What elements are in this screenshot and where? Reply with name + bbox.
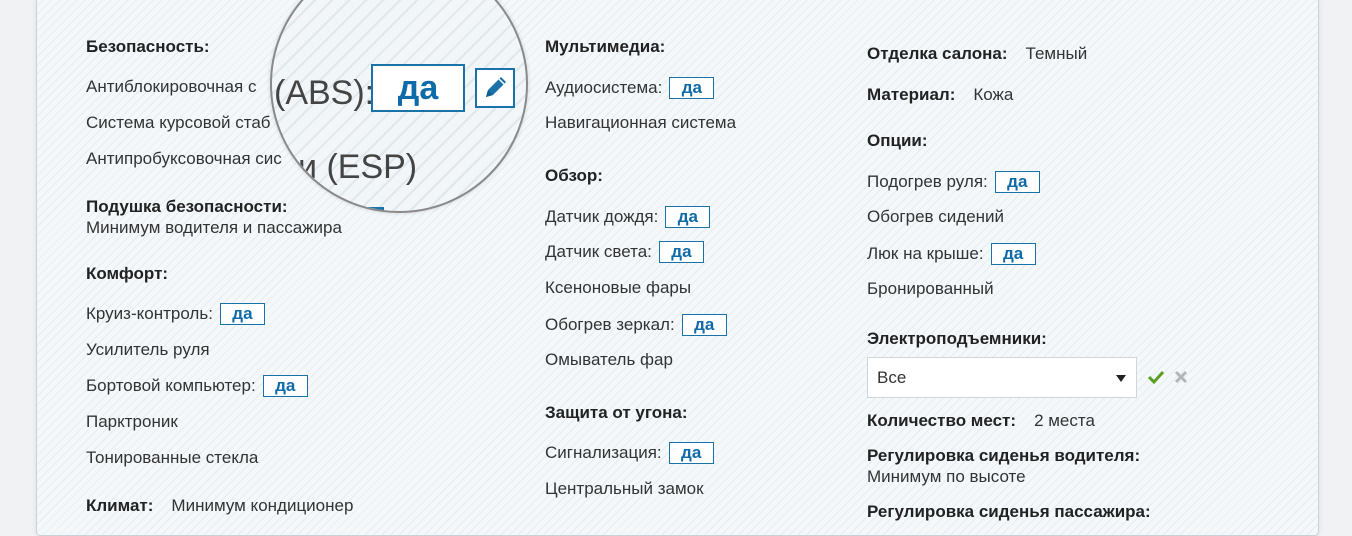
- armored-item: Бронированный: [867, 279, 994, 298]
- multimedia-heading: Мультимедиа:: [545, 37, 666, 56]
- alarm-row: Сигнализация: да: [545, 442, 714, 464]
- mirror-heating-label: Обогрев зеркал:: [545, 315, 675, 334]
- options-heading: Опции:: [867, 131, 928, 150]
- material-value: Кожа: [973, 85, 1014, 104]
- windows-heading: Электроподъемники:: [867, 329, 1047, 348]
- steering-heat-row: Подогрев руля: да: [867, 171, 1040, 193]
- airbag-heading: Подушка безопасности:: [86, 197, 288, 216]
- seats-row: Количество мест: 2 места: [867, 411, 1095, 431]
- parktronic-item: Парктроник: [86, 412, 178, 431]
- trim-value: Темный: [1025, 44, 1088, 63]
- audio-row: Аудиосистема: да: [545, 77, 715, 99]
- esc-item: Система курсовой стаб: [86, 113, 271, 132]
- light-sensor-label: Датчик света:: [545, 242, 652, 261]
- cancel-x-icon[interactable]: [1173, 368, 1189, 391]
- trim-row: Отделка салона: Темный: [867, 44, 1087, 64]
- trip-computer-row: Бортовой компьютер: да: [86, 375, 308, 397]
- view-heading: Обзор:: [545, 166, 603, 185]
- trip-computer-label: Бортовой компьютер:: [86, 376, 256, 395]
- material-row: Материал: Кожа: [867, 85, 1013, 105]
- headlight-washer-item: Омыватель фар: [545, 350, 673, 369]
- steering-heat-yes-badge[interactable]: да: [994, 171, 1040, 193]
- driver-seat-heading: Регулировка сиденья водителя:: [867, 446, 1141, 465]
- driver-seat-value: Минимум по высоте: [867, 467, 1026, 486]
- trim-label: Отделка салона:: [867, 44, 1008, 63]
- climate-row: Климат: Минимум кондиционер: [86, 496, 353, 516]
- central-lock-item: Центральный замок: [545, 479, 704, 498]
- alarm-label: Сигнализация:: [545, 443, 662, 462]
- passenger-seat-heading: Регулировка сиденья пассажира:: [867, 502, 1151, 521]
- cruise-control-label: Круиз-контроль:: [86, 304, 213, 323]
- magnified-yes-badge[interactable]: да: [371, 64, 465, 112]
- abs-item: Антиблокировочная с: [86, 77, 257, 96]
- trip-computer-yes-badge[interactable]: да: [262, 375, 308, 397]
- safety-heading: Безопасность:: [86, 37, 210, 56]
- mirror-heating-row: Обогрев зеркал: да: [545, 314, 727, 336]
- windows-select[interactable]: Все: [867, 357, 1137, 398]
- xenon-item: Ксеноновые фары: [545, 278, 692, 297]
- magnified-esp-text: и (ESP): [298, 148, 418, 186]
- sunroof-row: Люк на крыше: да: [867, 243, 1036, 265]
- comfort-heading: Комфорт:: [86, 264, 169, 283]
- sunroof-yes-badge[interactable]: да: [990, 243, 1036, 265]
- rain-sensor-label: Датчик дождя:: [545, 207, 659, 226]
- rain-sensor-yes-badge[interactable]: да: [665, 206, 711, 228]
- seats-label: Количество мест:: [867, 411, 1017, 430]
- alarm-yes-badge[interactable]: да: [668, 442, 714, 464]
- climate-label: Климат:: [86, 496, 154, 515]
- seat-heating-item: Обогрев сидений: [867, 207, 1005, 226]
- mirror-heating-yes-badge[interactable]: да: [681, 314, 727, 336]
- navigation-item: Навигационная система: [545, 113, 737, 132]
- pencil-icon[interactable]: [475, 68, 515, 108]
- audio-label: Аудиосистема:: [545, 78, 663, 97]
- audio-yes-badge[interactable]: да: [669, 77, 715, 99]
- power-steering-item: Усилитель руля: [86, 340, 210, 359]
- windows-selected-value: Все: [877, 368, 907, 387]
- light-sensor-row: Датчик света: да: [545, 241, 704, 263]
- climate-value: Минимум кондиционер: [171, 496, 354, 515]
- confirm-check-icon[interactable]: [1147, 368, 1165, 391]
- magnified-abs-text: (ABS):: [274, 74, 375, 112]
- steering-heat-label: Подогрев руля:: [867, 172, 988, 191]
- tinted-windows-item: Тонированные стекла: [86, 448, 259, 467]
- material-label: Материал:: [867, 85, 956, 104]
- sunroof-label: Люк на крыше:: [867, 244, 984, 263]
- rain-sensor-row: Датчик дождя: да: [545, 206, 711, 228]
- airbag-value: Минимум водителя и пассажира: [86, 218, 342, 237]
- seats-value: 2 места: [1034, 411, 1095, 430]
- cruise-control-yes-badge[interactable]: да: [219, 303, 265, 325]
- chevron-down-icon: [1116, 375, 1126, 382]
- theft-heading: Защита от угона:: [545, 403, 688, 422]
- cruise-control-row: Круиз-контроль: да: [86, 303, 265, 325]
- traction-control-item: Антипробуксовочная сис: [86, 149, 282, 168]
- light-sensor-yes-badge[interactable]: да: [658, 241, 704, 263]
